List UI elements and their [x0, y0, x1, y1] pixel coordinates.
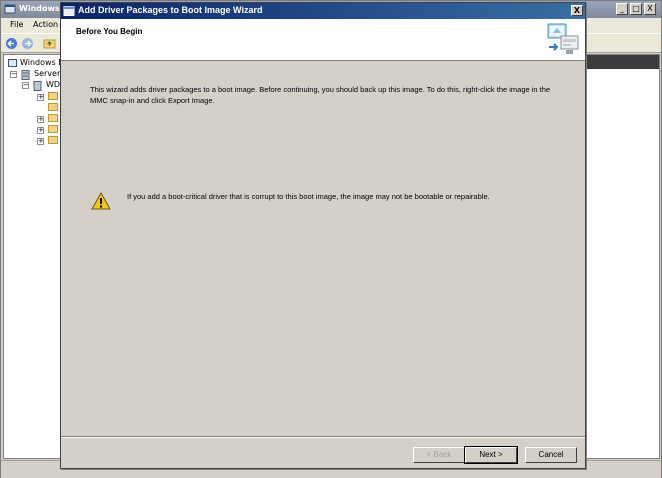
- warning-text: If you add a boot-critical driver that i…: [127, 192, 490, 201]
- intro-text: This wizard adds driver packages to a bo…: [90, 85, 551, 105]
- wizard-window-icon: [63, 6, 75, 16]
- folder-icon[interactable]: [48, 114, 58, 122]
- back-arrow-icon[interactable]: [5, 37, 18, 50]
- expand-icon[interactable]: +: [37, 138, 44, 145]
- minimize-button[interactable]: _: [616, 3, 628, 15]
- servers-icon: [21, 70, 30, 80]
- menu-action[interactable]: Action: [33, 20, 58, 29]
- close-button[interactable]: X: [644, 3, 656, 15]
- collapse-icon[interactable]: −: [10, 71, 17, 78]
- maximize-button[interactable]: □: [630, 3, 642, 15]
- warning-triangle-icon: [91, 192, 111, 210]
- mmc-app-icon: [4, 4, 16, 14]
- expand-icon[interactable]: +: [37, 116, 44, 123]
- wizard-title: Add Driver Packages to Boot Image Wizard: [78, 5, 263, 15]
- tree-label-root: Windows D: [20, 58, 65, 67]
- page-title: Before You Begin: [76, 27, 143, 36]
- expand-icon[interactable]: +: [37, 127, 44, 134]
- wizard-header: Before You Begin: [61, 19, 585, 61]
- wizard-close-button[interactable]: X: [571, 5, 583, 16]
- actions-pane-header: [587, 55, 659, 69]
- server-icon: [33, 81, 42, 91]
- next-button[interactable]: Next >: [464, 446, 518, 464]
- forward-arrow-icon[interactable]: [21, 37, 34, 50]
- folder-icon[interactable]: [48, 92, 58, 100]
- folder-icon[interactable]: [48, 136, 58, 144]
- driver-package-computer-icon: [547, 23, 579, 54]
- collapse-icon[interactable]: −: [22, 82, 29, 89]
- back-button[interactable]: < Back: [413, 447, 465, 463]
- add-driver-packages-wizard: Add Driver Packages to Boot Image Wizard…: [60, 2, 586, 469]
- cancel-button[interactable]: Cancel: [525, 447, 577, 463]
- folder-icon[interactable]: [48, 125, 58, 133]
- mmc-tree-pane: Windows D − Servers − WD + + + +: [3, 54, 65, 459]
- tree-label-wds: WD: [46, 80, 61, 89]
- folder-icon[interactable]: [48, 103, 58, 111]
- wizard-title-bar[interactable]: Add Driver Packages to Boot Image Wizard…: [61, 3, 585, 19]
- expand-icon[interactable]: +: [37, 94, 44, 101]
- mmc-actions-pane: [586, 54, 660, 459]
- menu-file[interactable]: File: [10, 20, 23, 29]
- up-folder-icon[interactable]: [43, 37, 56, 50]
- wizard-body: This wizard adds driver packages to a bo…: [61, 62, 585, 436]
- mmc-title: Windows D: [19, 4, 61, 13]
- wizard-footer: < Back Next > Cancel: [61, 436, 585, 468]
- console-icon: [8, 59, 17, 67]
